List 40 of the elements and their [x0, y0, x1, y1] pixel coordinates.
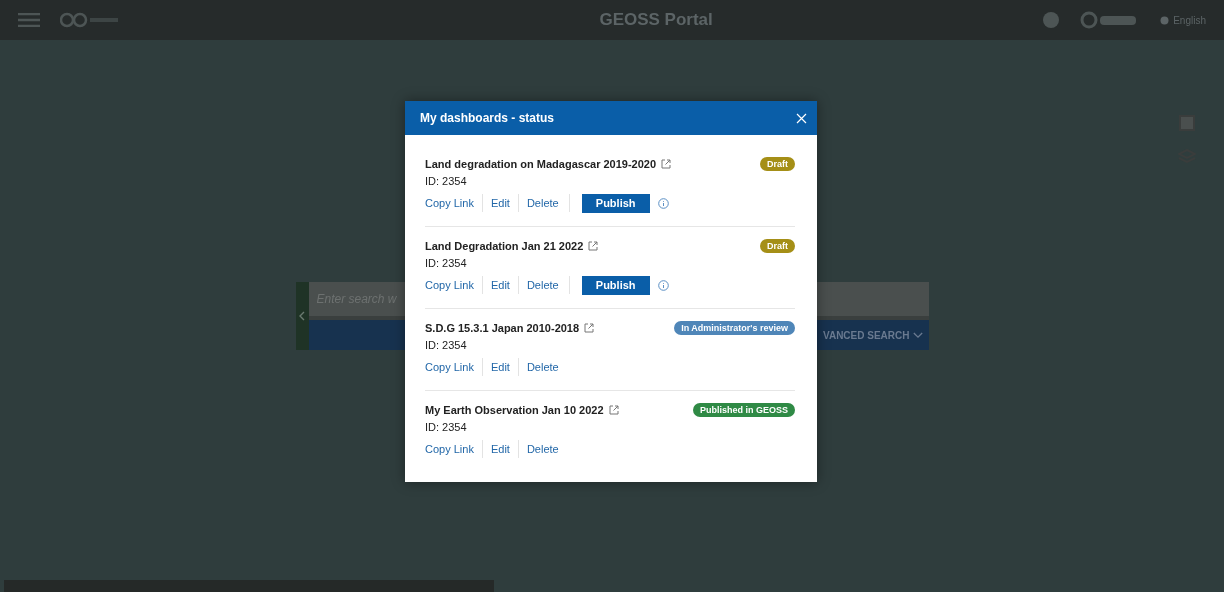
status-badge: Draft [760, 239, 795, 253]
dashboard-title: S.D.G 15.3.1 Japan 2010-2018 [425, 322, 580, 334]
external-link-icon[interactable] [584, 323, 595, 333]
action-link[interactable]: Edit [481, 276, 518, 294]
action-link[interactable]: Copy Link [425, 440, 482, 458]
status-badge: Draft [760, 157, 795, 171]
action-link[interactable]: Copy Link [425, 194, 482, 212]
publish-button[interactable]: Publish [581, 193, 650, 213]
chevron-down-icon [912, 331, 923, 339]
action-link[interactable]: Delete [517, 440, 567, 458]
dashboard-id: ID: 2354 [425, 421, 468, 433]
dashboard-title: My Earth Observation Jan 10 2022 [425, 404, 604, 416]
status-badge: In Administrator's review [674, 321, 795, 335]
external-link-icon[interactable] [608, 405, 619, 415]
external-link-icon[interactable] [588, 241, 599, 251]
dialog-title: My dashboards - status [420, 111, 555, 125]
action-link[interactable]: Edit [481, 194, 518, 212]
portal-title: GEOSS Portal [598, 10, 714, 30]
status-badge: Published in GEOSS [693, 403, 795, 417]
action-link[interactable]: Delete [517, 358, 567, 376]
dashboard-id: ID: 2354 [425, 175, 468, 187]
action-link[interactable]: Copy Link [425, 276, 482, 294]
action-link[interactable]: Delete [517, 194, 567, 212]
action-link[interactable]: Edit [481, 440, 518, 458]
dashboard-title: Land degradation on Madagascar 2019-2020 [425, 158, 657, 170]
logo-icon [60, 12, 120, 28]
menu-icon[interactable] [18, 13, 40, 27]
dashboard-id: ID: 2354 [425, 339, 468, 351]
info-icon[interactable] [657, 197, 669, 209]
chevron-left-icon [299, 311, 305, 321]
action-link[interactable]: Copy Link [425, 358, 482, 376]
info-icon[interactable] [657, 279, 669, 291]
action-link[interactable]: Delete [517, 276, 567, 294]
publish-button[interactable]: Publish [581, 275, 650, 295]
dashboard-title: Land Degradation Jan 21 2022 [425, 240, 584, 252]
square-icon[interactable] [1179, 115, 1195, 131]
collapse-handle[interactable] [295, 282, 309, 350]
action-link[interactable]: Edit [481, 358, 518, 376]
dashboard-id: ID: 2354 [425, 257, 468, 269]
external-link-icon[interactable] [661, 159, 672, 169]
